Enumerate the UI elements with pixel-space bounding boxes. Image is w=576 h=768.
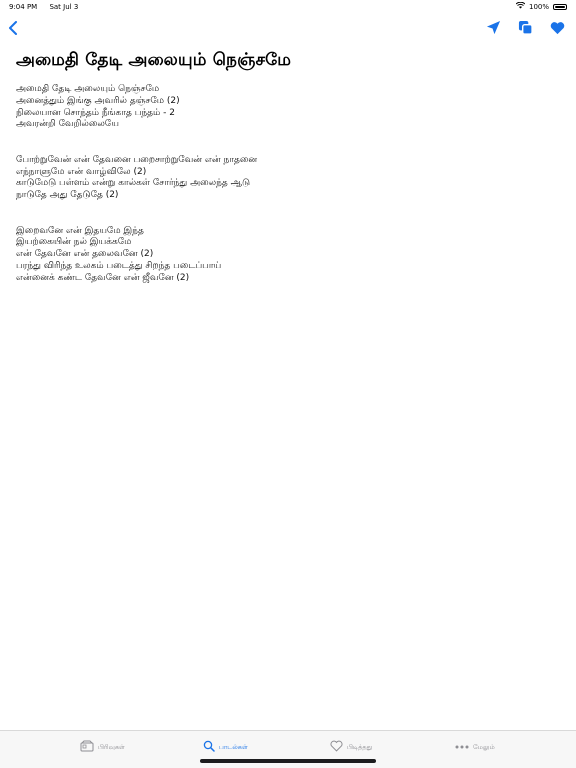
wifi-icon xyxy=(515,0,526,14)
lyric-line: பரந்து விரிந்த உலகம் படைத்து சிறந்த படைப… xyxy=(16,260,222,271)
lyric-line: என் தேவனே என் தலைவனே (2) xyxy=(16,249,154,260)
copy-icon xyxy=(518,20,533,39)
stanza-3: இறைவனே என் இதயமே இந்த இயற்கையின் நல் இயக… xyxy=(16,226,556,285)
lyric-line: அவரன்றி வேறில்லையே xyxy=(16,119,119,130)
lyric-line: நிலையான சொந்தம் நீங்காத பந்தம் - 2 xyxy=(16,107,175,118)
battery-icon xyxy=(553,4,567,10)
tab-label: மேலும் xyxy=(473,742,495,751)
tab-favorites[interactable]: பிடித்தது xyxy=(330,739,372,755)
lyric-line: அனைத்தும் இங்கு அவரில் தஞ்சமே (2) xyxy=(16,95,180,106)
lyric-line: எந்நாளுமே என் வாழ்விலே (2) xyxy=(16,166,147,177)
tab-label: பிடித்தது xyxy=(347,742,373,751)
home-indicator xyxy=(200,759,376,763)
more-icon xyxy=(455,743,469,751)
tab-label: பிரிவுகள் xyxy=(98,742,125,751)
battery-percent: 100% xyxy=(528,3,549,11)
heart-icon xyxy=(550,20,565,39)
lyric-line: நாடுதே அது தேடுதே (2) xyxy=(16,190,119,201)
lyric-line: இறைவனே என் இதயமே இந்த xyxy=(16,225,144,236)
lyric-line: இயற்கையின் நல் இயக்கமே xyxy=(16,237,132,248)
status-left: 9:04 PM Sat Jul 3 xyxy=(9,0,88,14)
page-title: அமைதி தேடி அலையும் நெஞ்சமே xyxy=(16,50,292,70)
lyrics-body: அமைதி தேடி அலையும் நெஞ்சமே அனைத்தும் இங்… xyxy=(16,84,556,308)
chevron-left-icon xyxy=(8,20,18,39)
categories-icon xyxy=(80,740,94,754)
share-button[interactable] xyxy=(482,18,504,40)
tab-label: பாடல்கள் xyxy=(219,742,248,751)
tab-categories[interactable]: பிரிவுகள் xyxy=(80,739,125,755)
stanza-2: போற்றுவேன் என் தேவனை பறைசாற்றுவேன் என் ந… xyxy=(16,155,556,202)
tab-more[interactable]: மேலும் xyxy=(455,739,495,755)
copy-button[interactable] xyxy=(514,18,536,40)
search-icon xyxy=(203,740,215,754)
status-right: 100% xyxy=(515,0,567,14)
favorite-button[interactable] xyxy=(546,18,568,40)
lyric-line: அமைதி தேடி அலையும் நெஞ்சமே xyxy=(16,84,160,94)
lyric-line: என்னைக் கண்ட தேவனே என் ஜீவனே (2) xyxy=(16,272,190,283)
send-icon xyxy=(486,20,501,39)
lyric-line: காடுமேடு பள்ளம் என்று கால்கள் சோர்ந்து அ… xyxy=(16,178,250,189)
tab-songs[interactable]: பாடல்கள் xyxy=(203,739,248,755)
stanza-1: அமைதி தேடி அலையும் நெஞ்சமே அனைத்தும் இங்… xyxy=(16,84,556,131)
status-bar: 9:04 PM Sat Jul 3 100% xyxy=(0,0,576,14)
status-time: 9:04 PM xyxy=(9,3,38,11)
back-button[interactable] xyxy=(2,18,24,40)
status-date: Sat Jul 3 xyxy=(49,3,79,11)
heart-outline-icon xyxy=(330,740,343,754)
lyric-line: போற்றுவேன் என் தேவனை பறைசாற்றுவேன் என் ந… xyxy=(16,154,258,165)
nav-bar xyxy=(0,14,576,44)
